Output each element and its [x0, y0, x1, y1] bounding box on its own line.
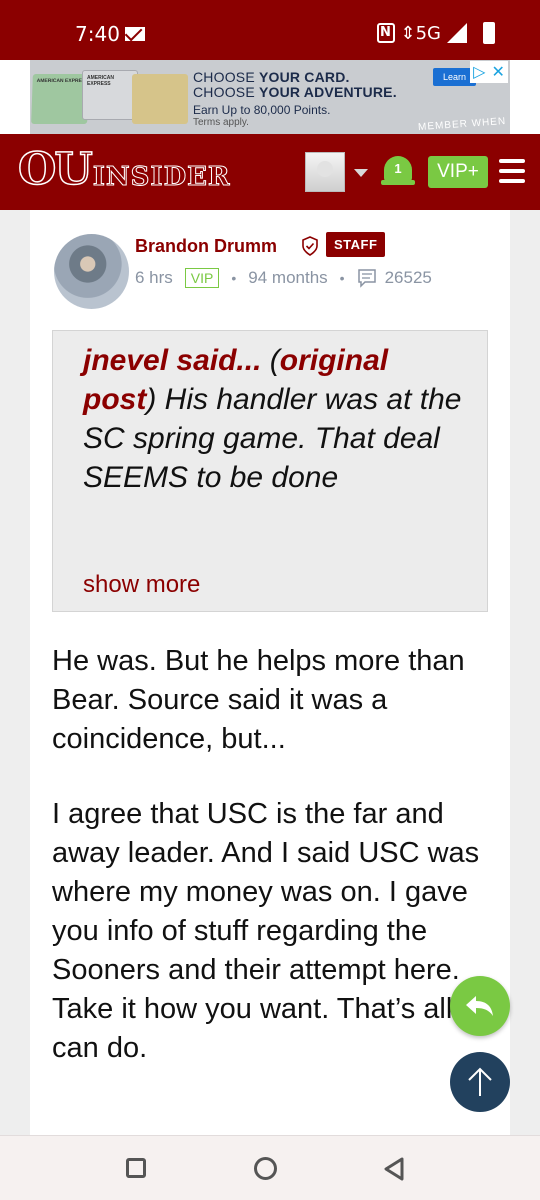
comments-icon: [357, 269, 376, 288]
vip-plus-button[interactable]: VIP+: [428, 156, 488, 188]
mail-icon: [125, 27, 145, 41]
nfc-icon: N: [376, 23, 395, 43]
comment-count: 26525: [384, 268, 432, 287]
chevron-down-icon[interactable]: [354, 169, 368, 177]
signal-icon: [447, 23, 467, 43]
author-name[interactable]: Brandon Drumm: [135, 236, 277, 257]
status-bar: 7:40 N ⇕5G: [0, 0, 540, 60]
status-icons: N ⇕5G: [376, 22, 495, 44]
author-avatar[interactable]: [54, 234, 129, 309]
green-card-image: AMERICAN EXPRESS: [31, 74, 89, 124]
quote-username[interactable]: jnevel said...: [83, 344, 261, 377]
vip-tag: VIP: [184, 268, 220, 288]
forum-post: Brandon Drumm STAFF 6 hrs VIP • 94 month…: [30, 210, 510, 1140]
site-logo[interactable]: OU INSIDER: [17, 147, 231, 193]
system-nav-bar: [0, 1135, 540, 1200]
bell-icon[interactable]: 1: [381, 152, 415, 192]
scroll-to-top-button[interactable]: [450, 1052, 510, 1112]
recents-icon[interactable]: [126, 1158, 146, 1178]
membership-duration: 94 months: [248, 268, 328, 287]
post-meta: 6 hrs VIP • 94 months • 26525: [135, 268, 432, 288]
post-paragraph: I agree that USC is the far and away lea…: [52, 798, 480, 1064]
user-avatar[interactable]: [305, 152, 345, 192]
ad-banner[interactable]: AMERICAN EXPRESS AMERICAN EXPRESS CHOOSE…: [30, 60, 510, 134]
reply-icon: [466, 996, 493, 1016]
status-time: 7:40: [75, 22, 120, 46]
network-label: ⇕5G: [400, 22, 442, 44]
ad-member-text: MEMBER WHEN: [417, 115, 507, 134]
staff-badge: STAFF: [326, 232, 386, 257]
post-paragraph: He was. But he helps more than Bear. Sou…: [52, 645, 465, 755]
show-more-link[interactable]: show more: [83, 571, 200, 599]
ad-banner-container: AMERICAN EXPRESS AMERICAN EXPRESS CHOOSE…: [0, 60, 540, 134]
post-time: 6 hrs: [135, 268, 173, 287]
shield-icon: [302, 236, 318, 256]
ad-choices-icon[interactable]: ▷: [473, 62, 485, 82]
gold-card-image: [132, 74, 188, 124]
ad-choices[interactable]: ▷ ✕: [470, 61, 508, 83]
hamburger-menu-icon[interactable]: [499, 159, 525, 183]
battery-icon: [483, 22, 495, 44]
site-header: OU INSIDER 1 VIP+: [0, 134, 540, 210]
quote-text: jnevel said... (original post) His handl…: [83, 344, 462, 494]
home-icon[interactable]: [254, 1157, 277, 1180]
arrow-up-icon: [468, 1067, 492, 1096]
close-icon[interactable]: ✕: [492, 62, 505, 82]
notification-count: 1: [394, 161, 402, 176]
reply-button[interactable]: [450, 976, 510, 1036]
back-icon[interactable]: [383, 1157, 405, 1181]
quoted-post: jnevel said... (original post) His handl…: [52, 330, 488, 612]
ad-text: CHOOSE YOUR CARD. CHOOSE YOUR ADVENTURE.…: [193, 69, 397, 129]
platinum-card-image: AMERICAN EXPRESS: [82, 70, 138, 120]
